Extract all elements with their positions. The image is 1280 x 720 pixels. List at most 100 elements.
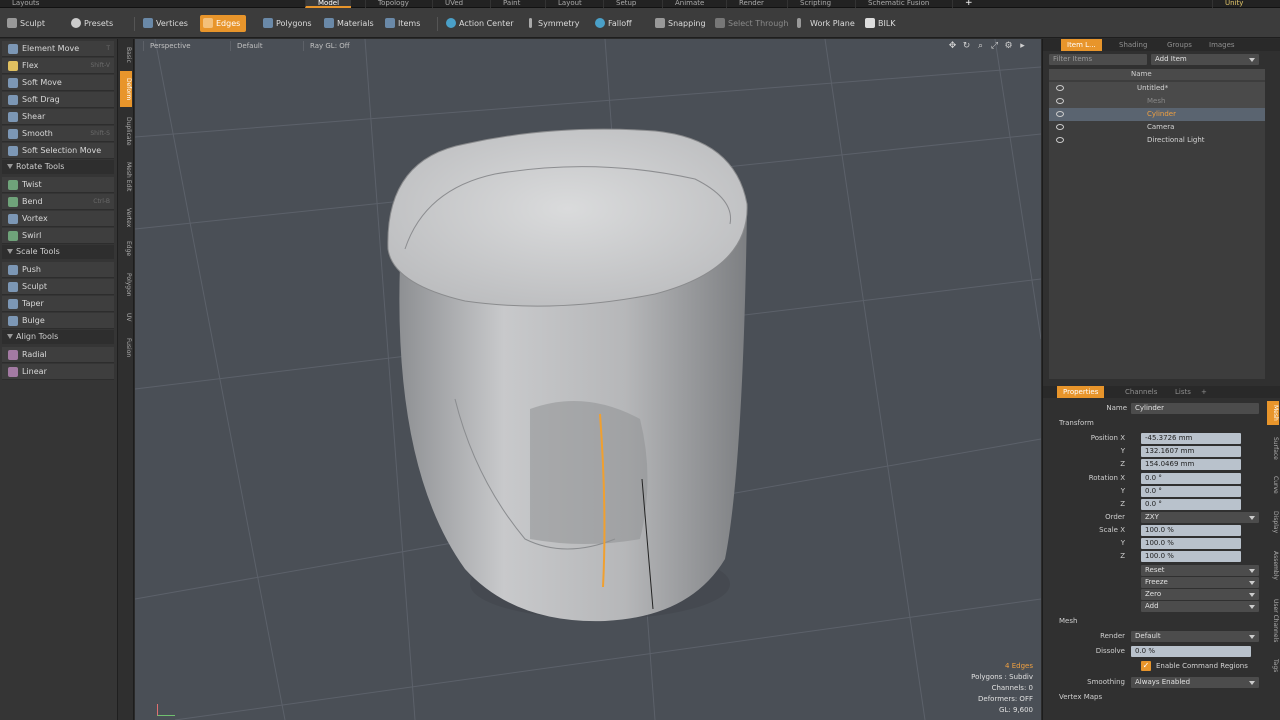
vtab-mesh-edit[interactable]: Mesh Edit <box>120 157 132 197</box>
action-center-button[interactable]: Action Center <box>443 15 520 32</box>
3d-viewport[interactable]: Perspective Default Ray GL: Off ✥ ↻ ⌕ ⤢ ⚙ ▸ 4… <box>135 39 1041 720</box>
add-item-dropdown[interactable]: Add Item <box>1151 54 1259 65</box>
position-z-field[interactable]: 154.0469 mm <box>1141 459 1241 470</box>
item-row-directional-light[interactable]: Directional Light <box>1049 134 1265 147</box>
scale-tools-header[interactable]: Scale Tools <box>2 245 114 259</box>
tab-properties[interactable]: Properties <box>1057 386 1105 398</box>
rotation-x-field[interactable]: 0.0 ° <box>1141 473 1241 484</box>
eye-icon[interactable] <box>1056 85 1064 91</box>
tool-flex[interactable]: Flex Shift-V <box>2 58 114 74</box>
tab-lists[interactable]: Lists <box>1169 386 1197 398</box>
tab-layout[interactable]: Layout <box>545 0 594 8</box>
shading-mode-select[interactable]: Default <box>230 41 269 51</box>
tab-groups[interactable]: Groups <box>1161 39 1198 51</box>
tool-soft-drag[interactable]: Soft Drag <box>2 92 114 108</box>
presets-button[interactable]: Presets <box>68 15 119 32</box>
scale-y-field[interactable]: 100.0 % <box>1141 538 1241 549</box>
side-tab-surface[interactable]: Surface <box>1267 431 1279 465</box>
tab-images[interactable]: Images <box>1203 39 1241 51</box>
sculpt-button[interactable]: Sculpt <box>4 15 51 32</box>
vtab-uv[interactable]: UV <box>120 309 132 325</box>
vtab-basic[interactable]: Basic <box>120 43 132 67</box>
tab-model[interactable]: Model <box>305 0 352 8</box>
add-layout-button[interactable]: + <box>952 0 985 8</box>
tool-soft-move[interactable]: Soft Move <box>2 75 114 91</box>
tool-push[interactable]: Push <box>2 262 114 278</box>
ray-gl-toggle[interactable]: Ray GL: Off <box>303 41 356 51</box>
vertices-button[interactable]: Vertices <box>140 15 194 32</box>
filter-items-input[interactable]: Filter Items <box>1049 54 1147 65</box>
vtab-fusion[interactable]: Fusion <box>120 331 132 365</box>
vertex-maps-header[interactable]: Vertex Maps <box>1059 693 1102 701</box>
items-button[interactable]: Items <box>382 15 426 32</box>
tool-bulge[interactable]: Bulge <box>2 313 114 329</box>
materials-button[interactable]: Materials <box>321 15 380 32</box>
vtab-deform[interactable]: Deform <box>120 71 132 107</box>
rotation-y-field[interactable]: 0.0 ° <box>1141 486 1241 497</box>
order-dropdown[interactable]: ZXY <box>1141 512 1259 523</box>
reset-dropdown[interactable]: Reset <box>1141 565 1259 576</box>
tool-shear[interactable]: Shear <box>2 109 114 125</box>
bilk-button[interactable]: BILK <box>862 15 902 32</box>
vtab-duplicate[interactable]: Duplicate <box>120 111 132 151</box>
view-mode-select[interactable]: Perspective <box>143 41 197 51</box>
mesh-header[interactable]: Mesh <box>1059 617 1077 625</box>
eye-icon[interactable] <box>1056 124 1064 130</box>
tab-animate[interactable]: Animate <box>662 0 716 8</box>
tool-element-move[interactable]: Element Move T <box>2 41 114 57</box>
side-tab-assembly[interactable]: Assembly <box>1267 545 1279 585</box>
tab-item-list[interactable]: Item L... <box>1061 39 1102 51</box>
vtab-polygon[interactable]: Polygon <box>120 267 132 303</box>
eye-icon[interactable] <box>1056 98 1064 104</box>
snapping-button[interactable]: Snapping <box>652 15 712 32</box>
freeze-dropdown[interactable]: Freeze <box>1141 577 1259 588</box>
item-row-scene[interactable]: Untitled* <box>1049 82 1265 95</box>
side-tab-user-channels[interactable]: User Channels <box>1267 591 1279 651</box>
item-row-cylinder[interactable]: Cylinder <box>1049 108 1265 121</box>
item-row-mesh[interactable]: Mesh <box>1049 95 1265 108</box>
zero-dropdown[interactable]: Zero <box>1141 589 1259 600</box>
pan-icon[interactable]: ✥ <box>948 42 957 51</box>
side-tab-curve[interactable]: Curve <box>1267 471 1279 499</box>
tab-channels[interactable]: Channels <box>1119 386 1163 398</box>
position-y-field[interactable]: 132.1607 mm <box>1141 446 1241 457</box>
tool-swirl[interactable]: Swirl <box>2 228 114 244</box>
zoom-icon[interactable]: ⌕ <box>976 42 985 51</box>
work-plane-button[interactable]: Work Plane <box>794 15 861 32</box>
tab-setup[interactable]: Setup <box>603 0 648 8</box>
tool-vortex[interactable]: Vortex <box>2 211 114 227</box>
tab-shading[interactable]: Shading <box>1113 39 1153 51</box>
vtab-vertex[interactable]: Vertex <box>120 203 132 233</box>
gear-icon[interactable]: ⚙ <box>1004 42 1013 51</box>
tool-linear[interactable]: Linear <box>2 364 114 380</box>
vtab-edge[interactable]: Edge <box>120 237 132 261</box>
render-dropdown[interactable]: Default <box>1131 631 1259 642</box>
add-tab-button[interactable]: + <box>1195 386 1213 398</box>
symmetry-button[interactable]: Symmetry <box>522 15 585 32</box>
scale-x-field[interactable]: 100.0 % <box>1141 525 1241 536</box>
eye-icon[interactable] <box>1056 111 1064 117</box>
position-x-field[interactable]: -45.3726 mm <box>1141 433 1241 444</box>
tab-uv[interactable]: UVed <box>432 0 475 8</box>
tool-taper[interactable]: Taper <box>2 296 114 312</box>
side-tab-display[interactable]: Display <box>1267 505 1279 539</box>
checkbox-checked-icon[interactable]: ✓ <box>1141 661 1151 671</box>
select-through-button[interactable]: Select Through <box>712 15 794 32</box>
tool-twist[interactable]: Twist <box>2 177 114 193</box>
tool-radial[interactable]: Radial <box>2 347 114 363</box>
tab-scripting[interactable]: Scripting <box>787 0 843 8</box>
align-tools-header[interactable]: Align Tools <box>2 330 114 344</box>
dissolve-field[interactable]: 0.0 % <box>1131 646 1251 657</box>
tool-smooth[interactable]: Smooth Shift-S <box>2 126 114 142</box>
transform-header[interactable]: Transform <box>1059 419 1094 427</box>
rotate-tools-header[interactable]: Rotate Tools <box>2 160 114 174</box>
maximize-icon[interactable]: ⤢ <box>990 42 999 51</box>
rotate-icon[interactable]: ↻ <box>962 42 971 51</box>
side-tab-mesh[interactable]: Mesh <box>1267 401 1279 425</box>
tab-topology[interactable]: Topology <box>365 0 421 8</box>
scale-z-field[interactable]: 100.0 % <box>1141 551 1241 562</box>
add-dropdown[interactable]: Add <box>1141 601 1259 612</box>
rotation-z-field[interactable]: 0.0 ° <box>1141 499 1241 510</box>
unity-layout[interactable]: Unity <box>1212 0 1255 8</box>
side-tab-tags[interactable]: Tags <box>1267 655 1279 677</box>
